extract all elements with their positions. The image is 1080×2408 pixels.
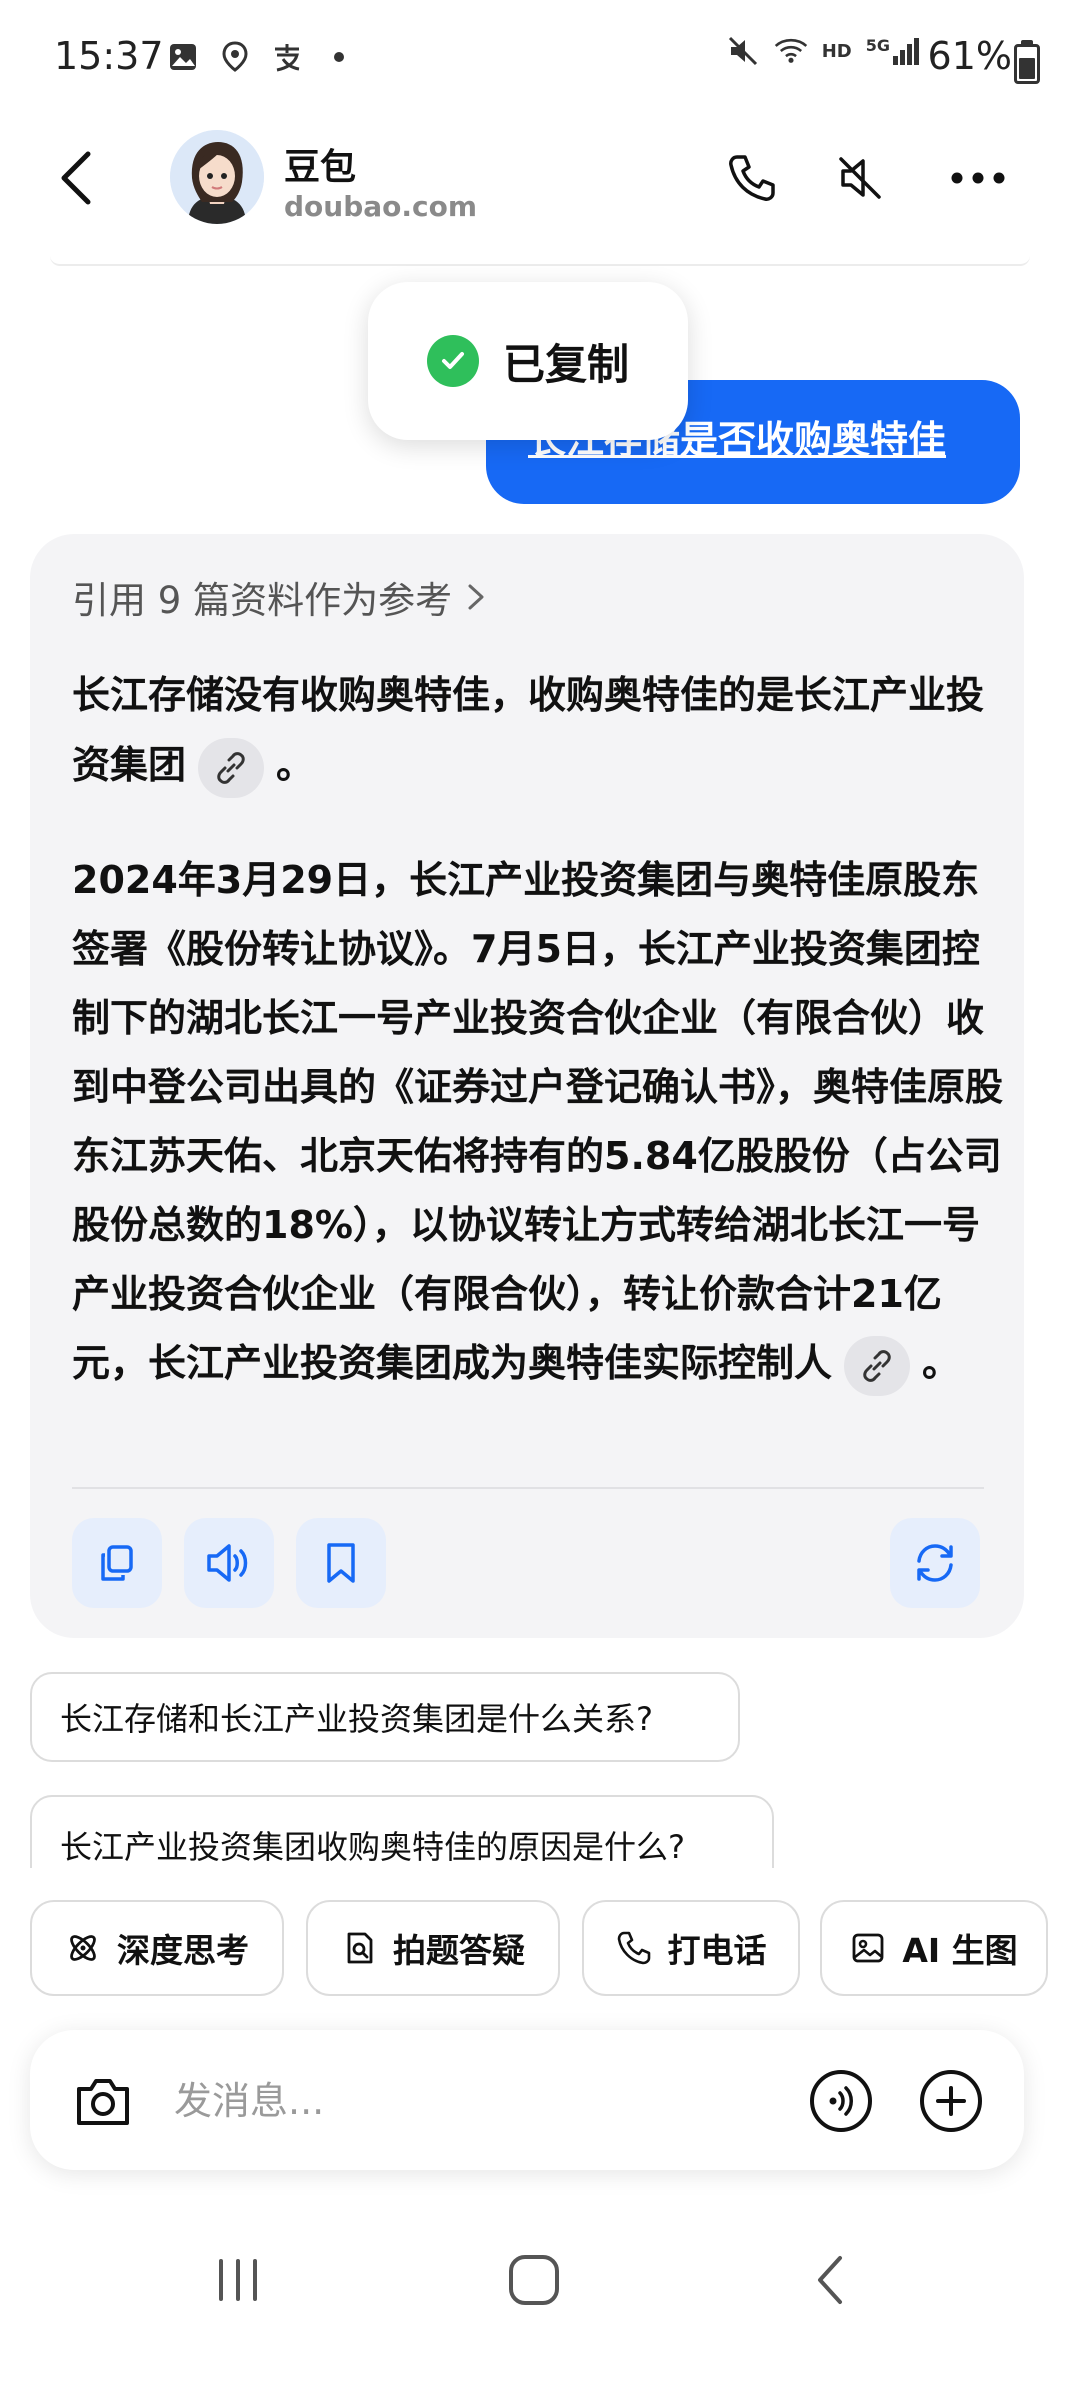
answer-paragraph-2: 2024年3月29日，长江产业投资集团与奥特佳原股东签署《股份转让协议》。7月5… — [72, 846, 1012, 1398]
header-subtitle: doubao.com — [284, 190, 478, 223]
read-aloud-button[interactable] — [184, 1518, 274, 1608]
voice-wave-icon — [810, 2070, 872, 2132]
suggestion-chip-1[interactable]: 长江存储和长江产业投资集团是什么关系? — [30, 1672, 740, 1762]
header-title: 豆包 — [284, 147, 357, 188]
back-button[interactable] — [36, 138, 116, 218]
references-label: 引用 9 篇资料作为参考 — [72, 579, 453, 622]
atom-icon — [70, 1935, 96, 1961]
photo-question-chip[interactable]: 拍题答疑 — [306, 1900, 560, 1996]
citation-link[interactable] — [844, 1335, 911, 1396]
wifi-icon — [774, 34, 808, 68]
gallery-notification-icon — [166, 40, 200, 74]
deep-think-chip[interactable]: 深度思考 — [30, 1900, 284, 1996]
link-icon — [863, 1349, 891, 1382]
avatar[interactable] — [170, 130, 264, 224]
answer-paragraph-1: 长江存储没有收购奥特佳，收购奥特佳的是长江产业投资集团。 — [72, 660, 1012, 800]
message-input[interactable] — [172, 2068, 736, 2134]
home-icon — [509, 2255, 559, 2305]
battery-level-fill — [1019, 58, 1035, 79]
regenerate-button[interactable] — [890, 1518, 980, 1608]
answer-paragraph-2-end: 。 — [922, 1341, 961, 1385]
bookmark-icon — [327, 1543, 355, 1583]
battery-percent: 61% — [927, 34, 1012, 78]
home-button[interactable] — [474, 2230, 594, 2330]
avatar-portrait-icon — [170, 130, 264, 224]
bookmark-button[interactable] — [296, 1518, 386, 1608]
network-type-label: HD — [821, 40, 852, 62]
answer-divider — [72, 1487, 984, 1489]
chevron-left-icon — [61, 151, 91, 205]
voice-call-button[interactable] — [806, 2066, 876, 2136]
header-divider — [50, 256, 1030, 266]
chip-label: 深度思考 — [117, 1931, 249, 1970]
refresh-icon — [917, 1544, 953, 1582]
chip-label: 打电话 — [667, 1931, 767, 1970]
more-options-button[interactable] — [938, 138, 1018, 218]
camera-button[interactable] — [68, 2066, 138, 2136]
battery-icon — [1014, 40, 1040, 84]
chip-label: 拍题答疑 — [393, 1931, 525, 1970]
answer-paragraph-1-end: 。 — [276, 743, 315, 787]
camera-icon — [77, 2079, 129, 2125]
more-horizontal-icon — [951, 172, 1005, 184]
call-button[interactable] — [712, 138, 792, 218]
system-back-button[interactable] — [770, 2230, 890, 2330]
scan-doc-icon — [347, 1932, 373, 1964]
chevron-right-icon — [468, 584, 484, 610]
back-arrow-icon — [818, 2256, 842, 2304]
link-icon — [217, 751, 245, 784]
answer-paragraph-2-text: 2024年3月29日，长江产业投资集团与奥特佳原股东签署《股份转让协议》。7月5… — [72, 858, 1004, 1385]
references-link[interactable]: 引用 9 篇资料作为参考 — [72, 570, 488, 624]
plus-circle-icon — [920, 2070, 982, 2132]
copied-toast: 已复制 — [368, 282, 688, 440]
suggestion-text: 长江存储和长江产业投资集团是什么关系? — [60, 1700, 653, 1738]
suggestion-scroll-mask — [0, 1868, 1080, 1898]
phone-icon — [617, 1931, 650, 1965]
alipay-notification-icon — [270, 40, 304, 74]
ai-image-chip[interactable]: AI 生图 — [820, 1900, 1048, 1996]
speaker-muted-icon — [839, 157, 881, 199]
add-attachment-button[interactable] — [916, 2066, 986, 2136]
mute-voice-button[interactable] — [820, 138, 900, 218]
mute-icon — [726, 34, 760, 68]
citation-link[interactable] — [198, 737, 265, 798]
status-system-icons: HD 5G — [726, 34, 920, 68]
recent-apps-button[interactable] — [178, 2230, 298, 2330]
speaker-icon — [207, 1544, 248, 1582]
signal-icon: 5G — [866, 36, 920, 66]
toast-text: 已复制 — [502, 339, 629, 389]
location-notification-icon — [218, 40, 252, 74]
image-icon — [852, 1933, 884, 1963]
phone-call-chip[interactable]: 打电话 — [582, 1900, 800, 1996]
chip-label: AI 生图 — [902, 1931, 1018, 1970]
status-time: 15:37 — [54, 34, 164, 78]
more-notifications-dot-icon — [322, 40, 356, 74]
phone-icon — [729, 155, 775, 201]
copy-button[interactable] — [72, 1518, 162, 1608]
suggestion-text: 长江产业投资集团收购奥特佳的原因是什么? — [60, 1828, 685, 1866]
signal-type-label: 5G — [865, 36, 890, 55]
recents-icon — [219, 2259, 257, 2301]
check-circle-icon — [426, 335, 479, 387]
status-notification-icons — [166, 40, 356, 74]
copy-icon — [101, 1545, 133, 1581]
